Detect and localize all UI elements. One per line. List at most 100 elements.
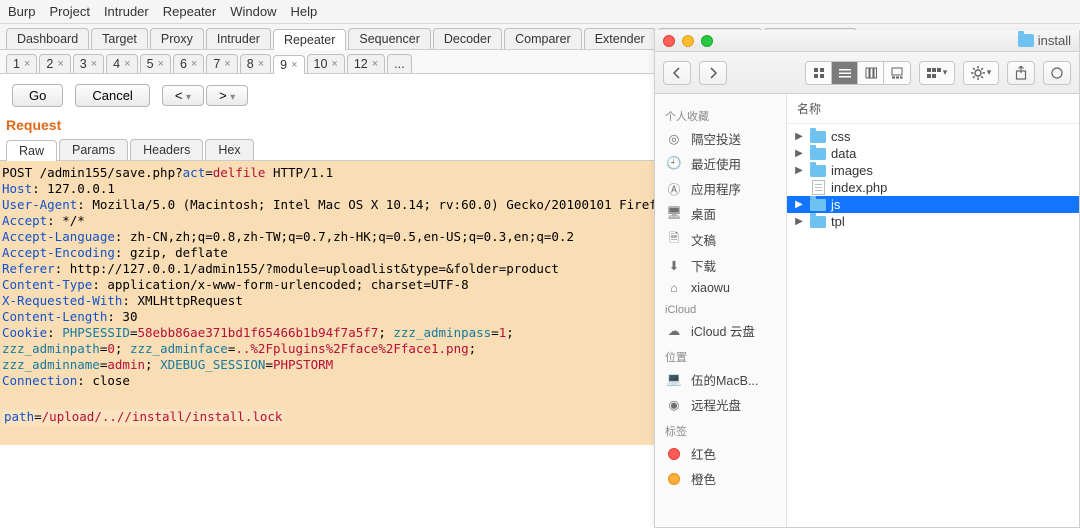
back-button[interactable] [663, 61, 691, 85]
subtab-10[interactable]: 10× [307, 54, 345, 73]
viewtab-params[interactable]: Params [59, 139, 128, 160]
disclosure-triangle-icon[interactable]: ▶ [793, 131, 805, 142]
tab-comparer[interactable]: Comparer [504, 28, 582, 49]
folder-icon [809, 148, 827, 160]
menu-item[interactable]: Project [49, 4, 89, 19]
subtab-12[interactable]: 12× [347, 54, 385, 73]
menu-item[interactable]: Repeater [163, 4, 216, 19]
subtab-more[interactable]: ... [387, 54, 411, 73]
list-item[interactable]: ▶ css [787, 128, 1079, 145]
view-gallery-icon[interactable] [884, 62, 910, 84]
subtab-7[interactable]: 7× [206, 54, 237, 73]
sidebar-desktop[interactable]: 🖥桌面 [655, 201, 786, 226]
close-icon[interactable]: × [24, 58, 30, 70]
sidebar-documents[interactable]: 🗎文稿 [655, 226, 786, 253]
sidebar-recent[interactable]: 🕘最近使用 [655, 151, 786, 176]
file-icon [809, 180, 827, 195]
close-icon[interactable]: × [124, 58, 130, 70]
subtab-3[interactable]: 3× [73, 54, 104, 73]
disclosure-triangle-icon[interactable]: ▶ [793, 216, 805, 227]
list-item[interactable]: ▶ images [787, 162, 1079, 179]
airdrop-icon: ◎ [665, 131, 683, 146]
go-button[interactable]: Go [12, 84, 63, 107]
tab-proxy[interactable]: Proxy [150, 28, 204, 49]
disclosure-triangle-icon[interactable]: ▶ [793, 165, 805, 176]
close-icon[interactable]: × [291, 59, 297, 71]
close-icon[interactable]: × [91, 58, 97, 70]
share-icon[interactable] [1007, 61, 1035, 85]
close-icon[interactable]: × [258, 58, 264, 70]
sidebar-remote-disc[interactable]: ◉远程光盘 [655, 392, 786, 417]
list-item[interactable]: index.php [787, 179, 1079, 196]
tab-intruder[interactable]: Intruder [206, 28, 271, 49]
menu-item[interactable]: Window [230, 4, 276, 19]
minimize-window-icon[interactable] [682, 35, 694, 47]
cancel-button[interactable]: Cancel [75, 84, 149, 107]
close-icon[interactable]: × [158, 58, 164, 70]
folder-icon [809, 216, 827, 228]
sidebar-favorites-header: 个人收藏 [655, 102, 786, 126]
menu-item[interactable]: Intruder [104, 4, 149, 19]
sidebar-tag-orange[interactable]: 橙色 [655, 466, 786, 491]
sidebar-macbook[interactable]: 💻伍的MacB... [655, 367, 786, 392]
view-mode-segment [805, 61, 911, 85]
download-icon: ⬇ [665, 258, 683, 273]
zoom-window-icon[interactable] [701, 35, 713, 47]
viewtab-hex[interactable]: Hex [205, 139, 253, 160]
tab-target[interactable]: Target [91, 28, 148, 49]
menu-item[interactable]: Help [290, 4, 317, 19]
menu-bar: Burp Project Intruder Repeater Window He… [0, 0, 1080, 24]
close-icon[interactable]: × [191, 58, 197, 70]
list-item[interactable]: ▶ tpl [787, 213, 1079, 230]
tag-dot-icon [665, 448, 683, 460]
close-icon[interactable]: × [331, 58, 337, 70]
sidebar-home[interactable]: ⌂xiaowu [655, 278, 786, 298]
subtab-2[interactable]: 2× [39, 54, 70, 73]
subtab-9[interactable]: 9× [273, 55, 304, 74]
tab-dashboard[interactable]: Dashboard [6, 28, 89, 49]
sidebar-tags-header: 标签 [655, 417, 786, 441]
next-button[interactable]: > ▾ [206, 85, 248, 106]
disclosure-triangle-icon[interactable]: ▶ [793, 199, 805, 210]
subtab-6[interactable]: 6× [173, 54, 204, 73]
action-gear-icon[interactable]: ▾ [964, 62, 998, 84]
sidebar-icloud-drive[interactable]: ☁iCloud 云盘 [655, 318, 786, 343]
disclosure-triangle-icon[interactable]: ▶ [793, 148, 805, 159]
close-window-icon[interactable] [663, 35, 675, 47]
apps-icon: Ⓐ [665, 179, 683, 198]
close-icon[interactable]: × [57, 58, 63, 70]
subtab-1[interactable]: 1× [6, 54, 37, 73]
viewtab-headers[interactable]: Headers [130, 139, 203, 160]
arrange-icon[interactable]: ▾ [920, 62, 954, 84]
close-icon[interactable]: × [372, 58, 378, 70]
list-item[interactable]: ▶ data [787, 145, 1079, 162]
menu-item[interactable]: Burp [8, 4, 35, 19]
sidebar-downloads[interactable]: ⬇下载 [655, 253, 786, 278]
tab-decoder[interactable]: Decoder [433, 28, 502, 49]
view-list-icon[interactable] [832, 62, 858, 84]
clock-icon: 🕘 [665, 156, 683, 171]
prev-button[interactable]: < ▾ [162, 85, 204, 106]
tab-extender[interactable]: Extender [584, 28, 656, 49]
documents-icon: 🗎 [665, 229, 683, 250]
view-columns-icon[interactable] [858, 62, 884, 84]
subtab-4[interactable]: 4× [106, 54, 137, 73]
tab-sequencer[interactable]: Sequencer [348, 28, 430, 49]
tags-icon[interactable] [1043, 61, 1071, 85]
finder-column-name[interactable]: 名称 [787, 94, 1079, 124]
sidebar-applications[interactable]: Ⓐ应用程序 [655, 176, 786, 201]
tab-repeater[interactable]: Repeater [273, 29, 346, 50]
sidebar-locations-header: 位置 [655, 343, 786, 367]
viewtab-raw[interactable]: Raw [6, 140, 57, 161]
sidebar-tag-red[interactable]: 红色 [655, 441, 786, 466]
finder-titlebar: install [655, 30, 1079, 52]
list-item[interactable]: ▶ js [787, 196, 1079, 213]
home-icon: ⌂ [665, 281, 683, 295]
view-icon-grid-icon[interactable] [806, 62, 832, 84]
subtab-8[interactable]: 8× [240, 54, 271, 73]
sidebar-airdrop[interactable]: ◎隔空投送 [655, 126, 786, 151]
finder-title: install [1038, 33, 1071, 48]
forward-button[interactable] [699, 61, 727, 85]
close-icon[interactable]: × [224, 58, 230, 70]
subtab-5[interactable]: 5× [140, 54, 171, 73]
